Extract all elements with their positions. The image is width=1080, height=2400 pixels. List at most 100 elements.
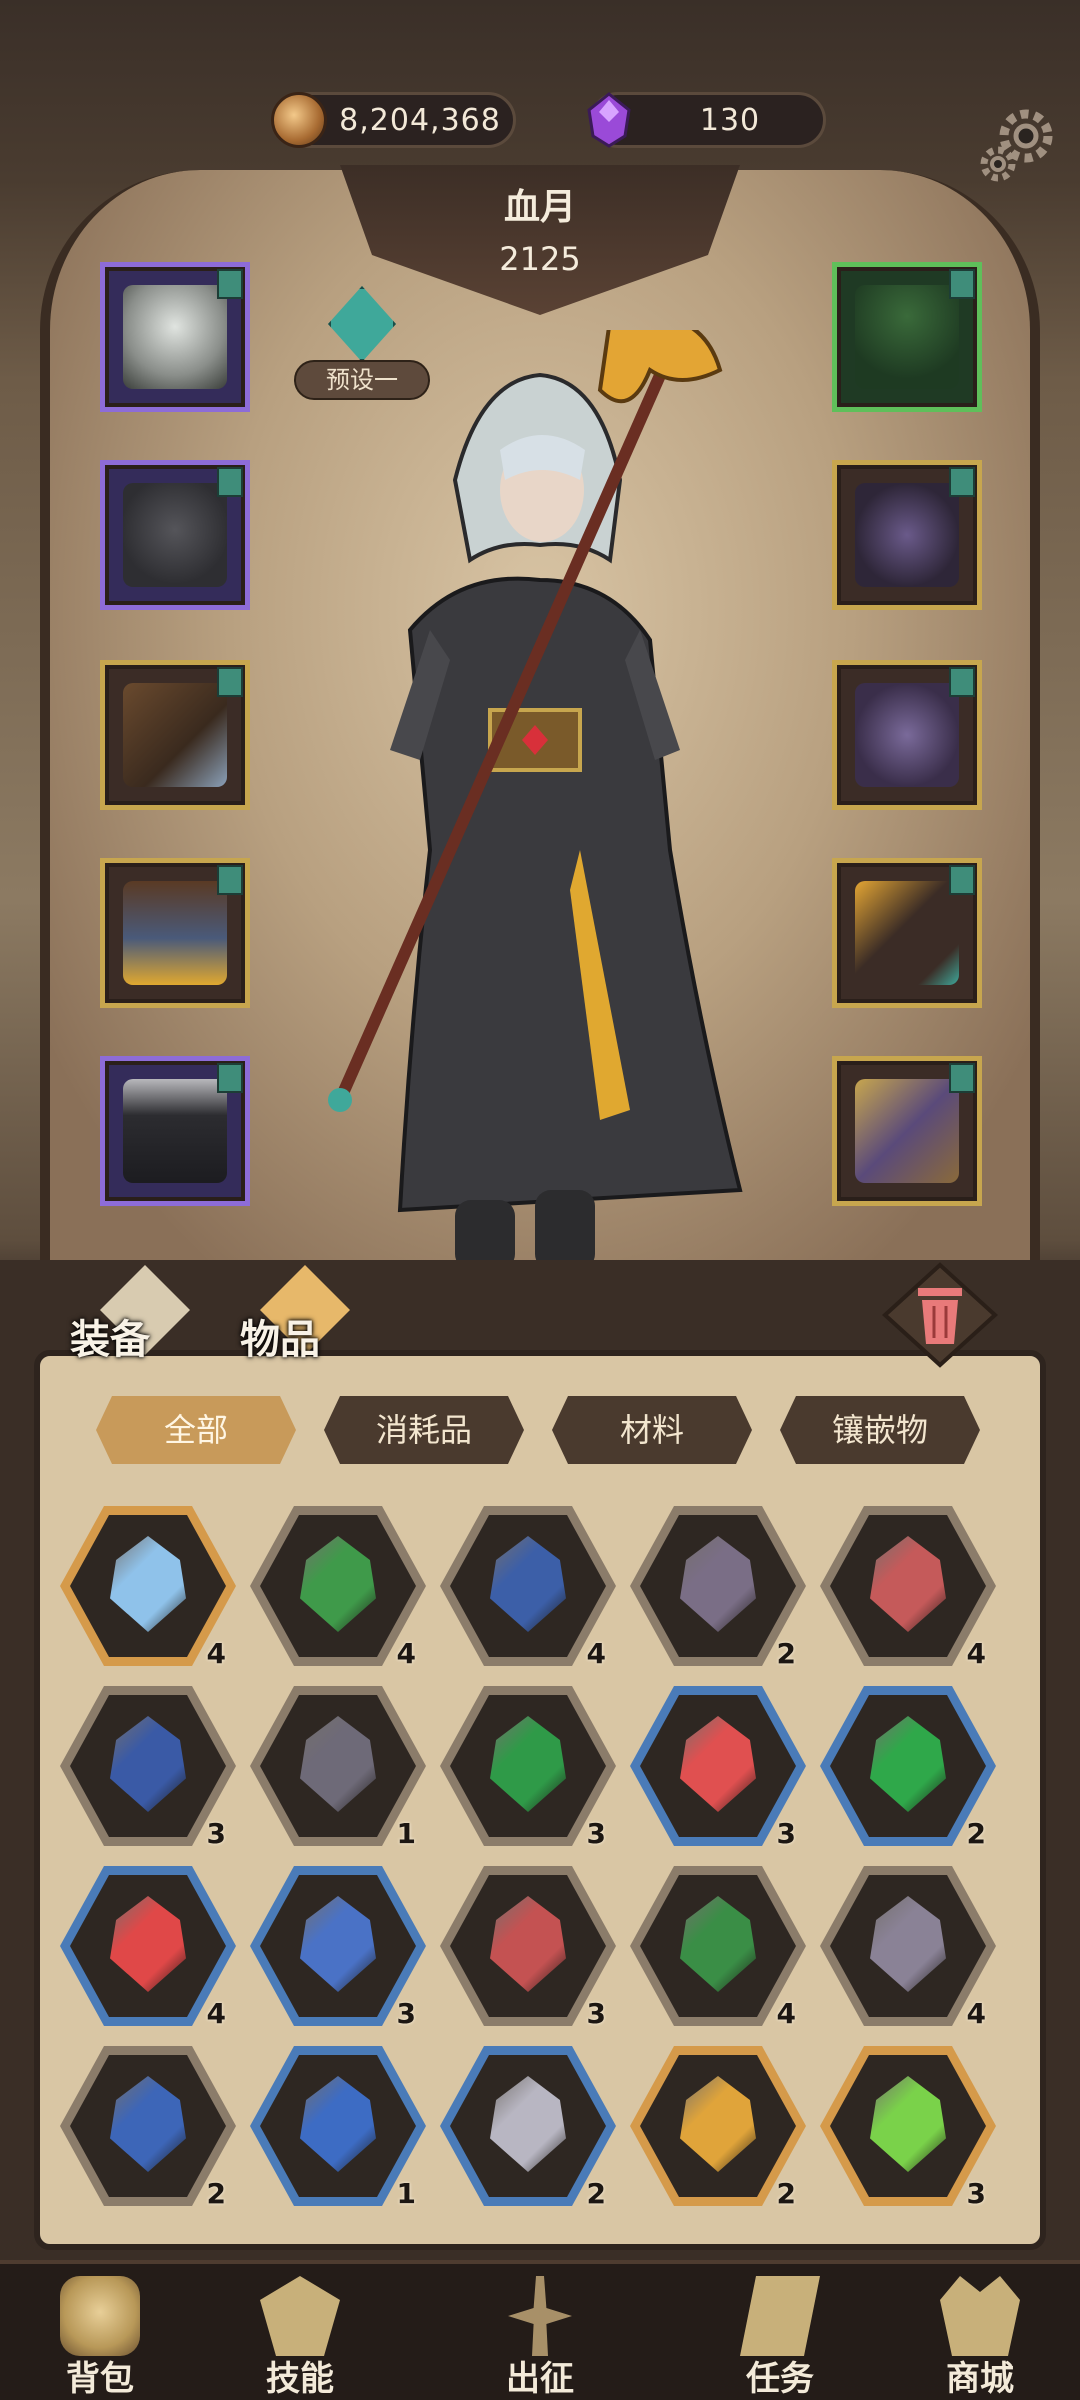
- item-quantity: 2: [776, 2177, 796, 2210]
- slot-tag: [949, 269, 975, 299]
- slot-tag: [217, 865, 243, 895]
- sword-icon: [508, 2276, 572, 2356]
- nav-quests[interactable]: 任务: [700, 2264, 860, 2400]
- inventory-item[interactable]: 4: [820, 1860, 996, 2036]
- inventory-item[interactable]: 4: [440, 1500, 616, 1676]
- robe-icon: [123, 483, 227, 587]
- slot-waist[interactable]: [100, 858, 250, 1008]
- inventory-item[interactable]: 4: [820, 1500, 996, 1676]
- item-quantity: 4: [966, 1637, 986, 1670]
- boots-icon: [123, 1079, 227, 1183]
- slot-cape[interactable]: [832, 660, 982, 810]
- filter-2[interactable]: 材料: [552, 1396, 752, 1464]
- item-quantity: 3: [586, 1817, 606, 1850]
- nav-expedition[interactable]: 出征: [460, 2264, 620, 2400]
- filter-0[interactable]: 全部: [96, 1396, 296, 1464]
- inventory-item[interactable]: 4: [60, 1860, 236, 2036]
- crown-shop-icon: [940, 2276, 1020, 2356]
- hood-icon: [123, 285, 227, 389]
- bottom-nav: 背包 技能 出征 任务 商城: [0, 2260, 1080, 2400]
- slot-shoulder[interactable]: [832, 460, 982, 610]
- gold-amount: 8,204,368: [339, 102, 501, 138]
- item-quantity: 3: [966, 2177, 986, 2210]
- nav-bag-label: 背包: [66, 2359, 134, 2399]
- inventory-item[interactable]: 3: [250, 1860, 426, 2036]
- inventory-item[interactable]: 2: [630, 1500, 806, 1676]
- backpack-icon: [60, 2276, 140, 2356]
- slot-feet[interactable]: [100, 1056, 250, 1206]
- character-name: 血月: [503, 187, 576, 228]
- item-quantity: 4: [586, 1637, 606, 1670]
- nav-skills-label: 技能: [266, 2359, 334, 2399]
- necklace-icon: [855, 285, 959, 389]
- filter-bar: 全部 消耗品 材料 镶嵌物: [66, 1390, 1014, 1470]
- gem-amount: 130: [699, 102, 761, 138]
- settings-gear-icon[interactable]: [972, 100, 1062, 190]
- gloves-icon: [123, 683, 227, 787]
- inventory-item[interactable]: 4: [630, 1860, 806, 2036]
- nav-quests-label: 任务: [746, 2359, 814, 2399]
- nav-skills[interactable]: 技能: [220, 2264, 380, 2400]
- inventory-item[interactable]: 2: [60, 2040, 236, 2216]
- item-quantity: 4: [206, 1997, 226, 2030]
- inventory-item[interactable]: 3: [440, 1680, 616, 1856]
- item-grid: 4 4 4 2 4 3 1 3 3 2 4 3 3 4 4 2 1 2 2 3: [60, 1500, 1020, 2270]
- item-quantity: 3: [396, 1997, 416, 2030]
- staff-icon: [855, 881, 959, 985]
- filter-3[interactable]: 镶嵌物: [780, 1396, 980, 1464]
- top-bar: 8,204,368 130: [0, 0, 1080, 182]
- slot-weapon[interactable]: [832, 858, 982, 1008]
- tab-equipment[interactable]: 装备: [70, 1265, 220, 1365]
- shoulder-armor-icon: [855, 483, 959, 587]
- nav-shop[interactable]: 商城: [900, 2264, 1060, 2400]
- item-quantity: 3: [586, 1997, 606, 2030]
- tab-items-label: 物品: [240, 1317, 320, 1363]
- item-quantity: 4: [966, 1997, 986, 2030]
- slot-head[interactable]: [100, 262, 250, 412]
- slot-tag: [949, 467, 975, 497]
- slot-hands[interactable]: [100, 660, 250, 810]
- item-quantity: 2: [586, 2177, 606, 2210]
- gold-counter[interactable]: 8,204,368: [271, 92, 516, 148]
- slot-tag: [217, 269, 243, 299]
- inventory-item[interactable]: 3: [440, 1860, 616, 2036]
- slot-offhand[interactable]: [832, 1056, 982, 1206]
- tab-items[interactable]: 物品: [240, 1265, 390, 1365]
- item-quantity: 4: [776, 1997, 796, 2030]
- inventory-item[interactable]: 3: [630, 1680, 806, 1856]
- inventory-item[interactable]: 1: [250, 1680, 426, 1856]
- slot-tag: [949, 667, 975, 697]
- inventory-item[interactable]: 4: [250, 1500, 426, 1676]
- item-quantity: 4: [206, 1637, 226, 1670]
- spellbook-icon: [855, 1079, 959, 1183]
- item-quantity: 4: [396, 1637, 416, 1670]
- item-quantity: 3: [206, 1817, 226, 1850]
- inventory-item[interactable]: 1: [250, 2040, 426, 2216]
- item-quantity: 2: [776, 1637, 796, 1670]
- slot-tag: [949, 865, 975, 895]
- purple-gem-icon: [581, 92, 637, 148]
- belt-icon: [123, 881, 227, 985]
- filter-1[interactable]: 消耗品: [324, 1396, 524, 1464]
- slot-neck[interactable]: [832, 262, 982, 412]
- gem-counter[interactable]: 130: [587, 92, 826, 148]
- inventory-item[interactable]: 3: [820, 2040, 996, 2216]
- inventory-item[interactable]: 2: [820, 1680, 996, 1856]
- slot-body[interactable]: [100, 460, 250, 610]
- item-quantity: 1: [396, 2177, 416, 2210]
- inventory-item[interactable]: 3: [60, 1680, 236, 1856]
- inventory-item[interactable]: 2: [440, 2040, 616, 2216]
- trash-can-icon[interactable]: [880, 1260, 1000, 1370]
- tab-equipment-label: 装备: [70, 1317, 150, 1363]
- item-quantity: 2: [966, 1817, 986, 1850]
- inventory-item[interactable]: 4: [60, 1500, 236, 1676]
- nav-bag[interactable]: 背包: [20, 2264, 180, 2400]
- nav-shop-label: 商城: [946, 2359, 1014, 2399]
- slot-tag: [217, 467, 243, 497]
- character-screen: 8,204,368 130 血月 2125 预设一 装备 物品 全部 消耗品 材…: [0, 0, 1080, 2400]
- item-quantity: 3: [776, 1817, 796, 1850]
- inventory-item[interactable]: 2: [630, 2040, 806, 2216]
- slot-tag: [217, 1063, 243, 1093]
- slot-tag: [949, 1063, 975, 1093]
- quest-scroll-icon: [740, 2276, 820, 2356]
